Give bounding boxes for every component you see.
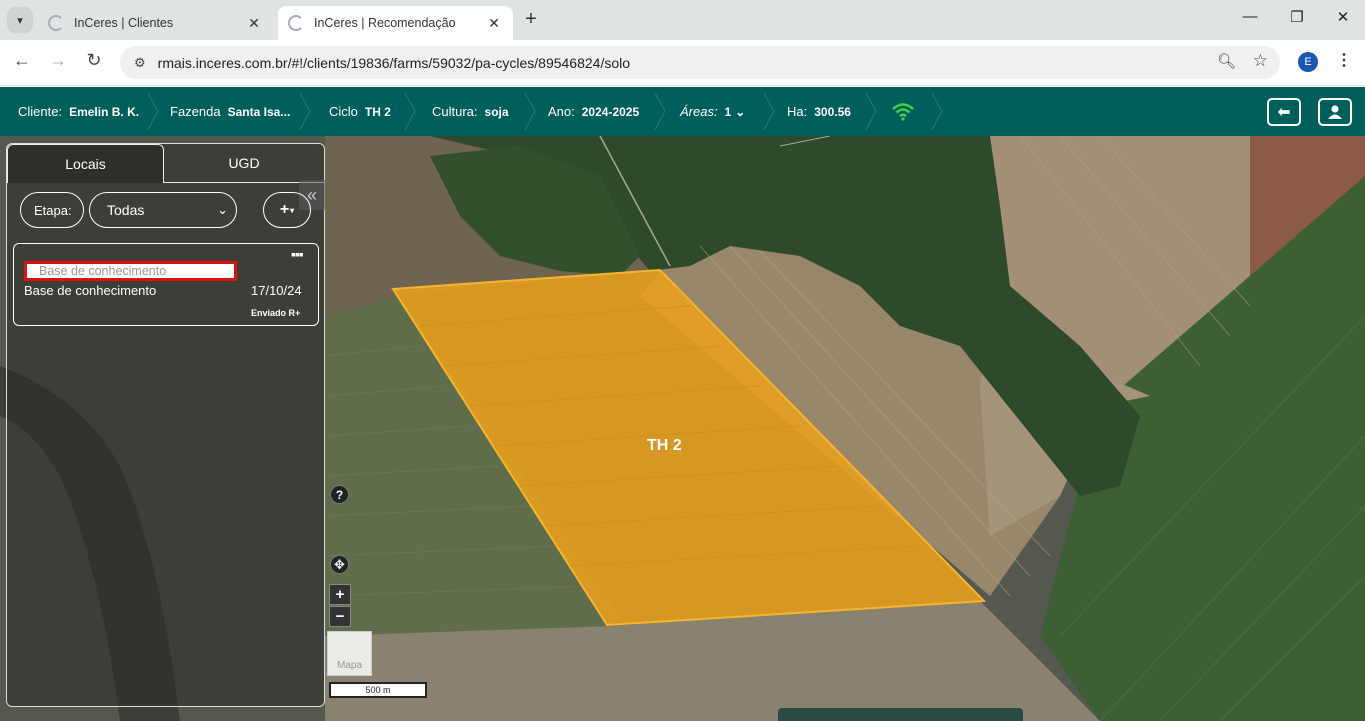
browser-menu-icon[interactable]: ⋮ [1336,50,1352,70]
locais-panel: Locais UGD « Etapa: Todas ⌄ + ▾ Base de … [6,143,325,707]
inceres-favicon-icon [48,15,64,31]
status-badge: Enviado R+ [251,308,301,318]
etapa-label: Etapa: [20,192,84,228]
add-button[interactable]: + ▾ [263,192,311,228]
close-icon[interactable]: ✕ [245,15,263,32]
caret-down-icon: ▾ [290,205,295,215]
profile-avatar[interactable]: E [1298,52,1318,72]
tab-recomendacao[interactable]: InCeres | Recomendação ✕ [278,6,513,40]
tab-ugd[interactable]: UGD [164,144,324,183]
back-button[interactable]: ← [10,50,34,71]
browser-tab-bar: ▾ InCeres | Clientes ✕ InCeres | Recomen… [0,0,1365,40]
zoom-in-button[interactable]: + [329,584,351,605]
location-name-input[interactable]: Base de conhecimento [24,261,237,281]
zoom-icon[interactable]: 🔍︎ [1217,52,1236,70]
help-icon[interactable]: ? [330,485,349,504]
bottom-drawer-handle[interactable] [778,708,1023,721]
restore-button[interactable]: ❐ [1285,8,1309,26]
app-header: Cliente: Emelin B. K. Fazenda Santa Isa.… [0,87,1365,136]
back-arrow-button[interactable]: ⬅ [1267,98,1301,126]
tab-search-button[interactable]: ▾ [7,7,33,33]
bookmark-star-icon[interactable]: ☆ [1253,51,1268,71]
breadcrumb-separators [147,92,943,131]
tab-title: InCeres | Clientes [74,16,174,30]
tab-clientes[interactable]: InCeres | Clientes ✕ [38,6,273,40]
tab-title: InCeres | Recomendação [314,16,456,30]
map-scale-bar: 500 m [329,682,427,698]
minimize-button[interactable]: — [1238,8,1262,25]
forward-button[interactable]: → [46,50,70,71]
tab-locais[interactable]: Locais [7,144,164,183]
address-bar: ← → ↻ ⚙ rmais.inceres.com.br/#!/clients/… [0,40,1365,86]
plus-icon: + [279,201,290,218]
zoom-out-button[interactable]: − [329,606,351,627]
chevron-down-icon: ⌄ [217,202,228,217]
pan-move-icon[interactable]: ✥ [330,555,349,574]
layer-label: Mapa [336,660,362,671]
site-settings-icon[interactable]: ⚙ [134,55,146,71]
etapa-select[interactable]: Todas ⌄ [89,192,237,228]
location-card[interactable]: Base de conhecimento ▪▪▪ Base de conheci… [13,243,319,326]
etapa-selected-value: Todas [107,202,145,218]
window-close-button[interactable]: ✕ [1331,8,1355,26]
location-name: Base de conhecimento [24,283,157,298]
inceres-favicon-icon [288,15,304,31]
new-tab-button[interactable]: + [520,8,542,31]
url-omnibox[interactable]: ⚙ rmais.inceres.com.br/#!/clients/19836/… [120,46,1280,79]
user-profile-button[interactable] [1318,98,1352,126]
location-date: 17/10/24 [251,283,302,298]
user-icon [1328,105,1342,119]
map-layer-toggle[interactable]: Mapa [327,631,372,676]
close-icon[interactable]: ✕ [485,15,503,32]
url-text: rmais.inceres.com.br/#!/clients/19836/fa… [157,54,631,71]
field-label-th2[interactable]: TH 2 [647,437,682,455]
reload-button[interactable]: ↻ [82,50,106,71]
more-options-icon[interactable]: ▪▪▪ [291,246,304,262]
